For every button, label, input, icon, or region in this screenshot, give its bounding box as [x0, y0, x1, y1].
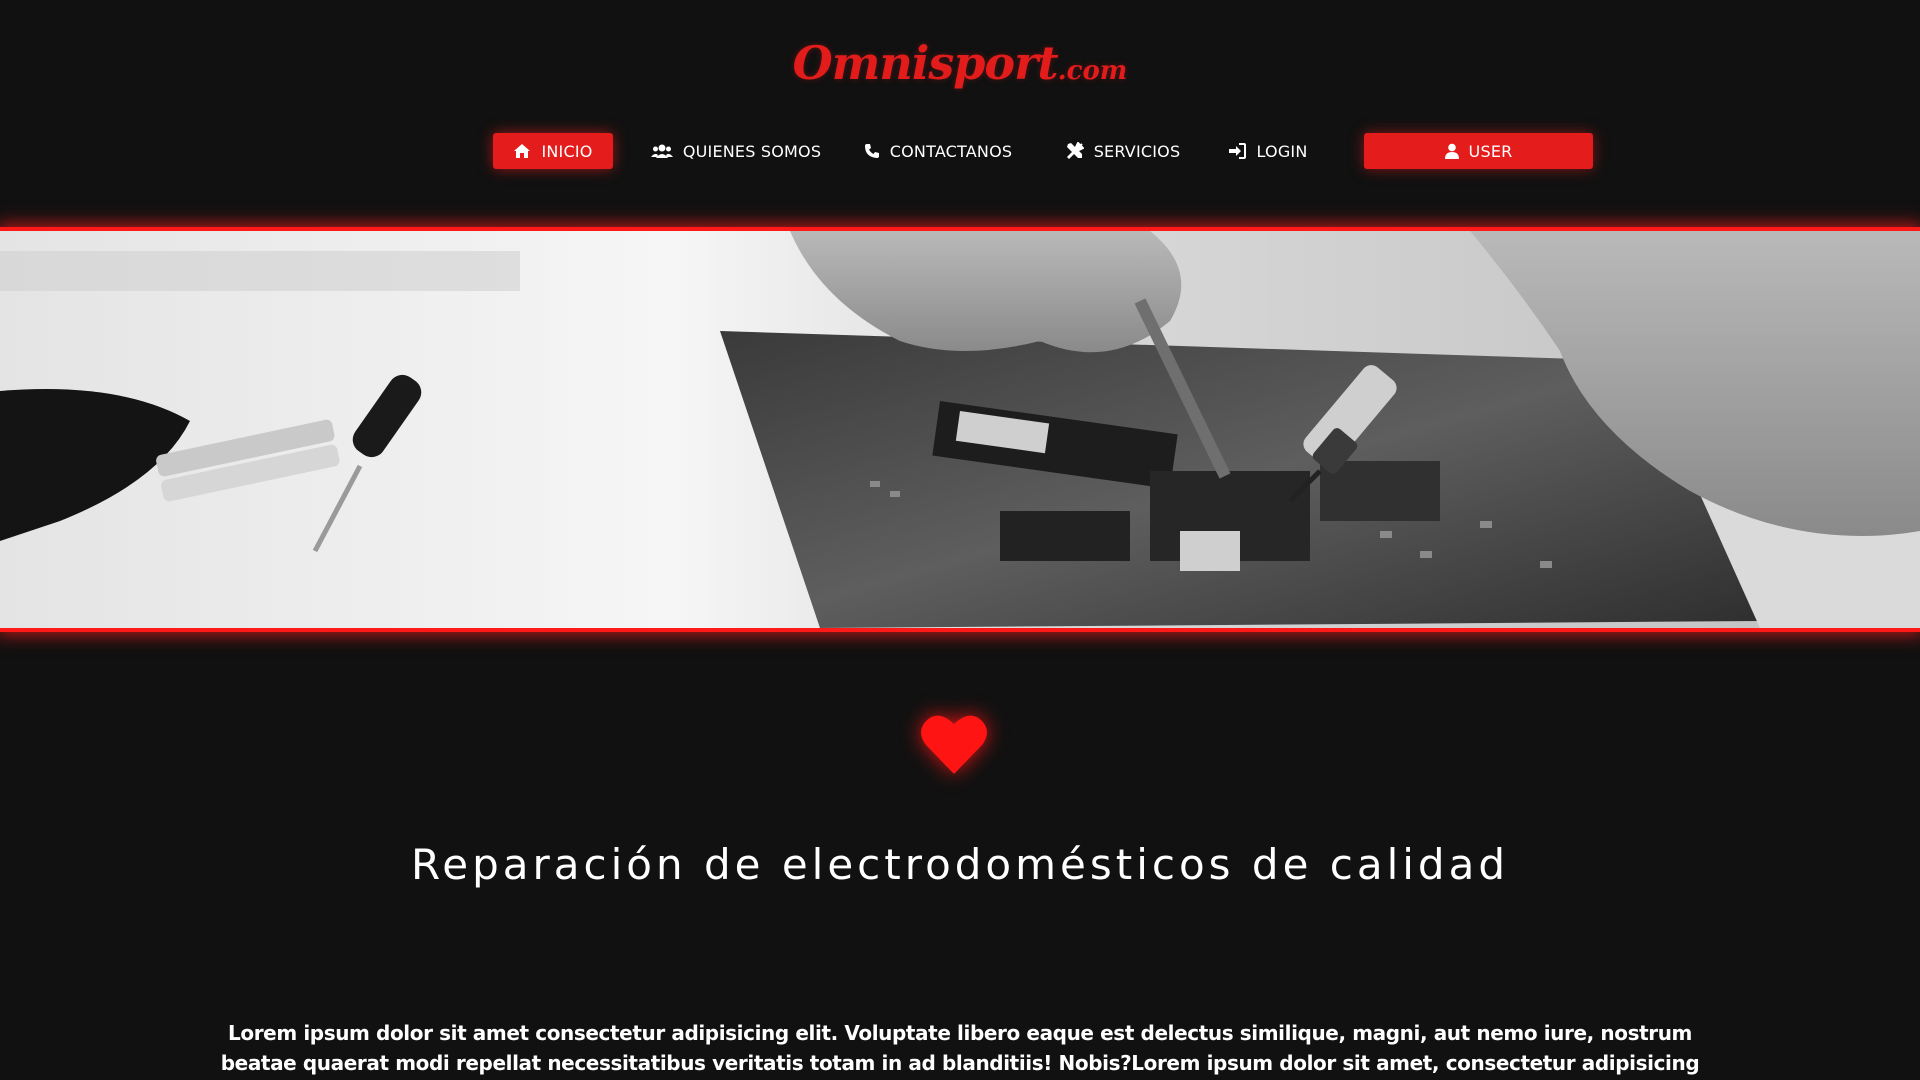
electronics-repair-photo — [0, 231, 1920, 628]
brand-suffix: .com — [1057, 56, 1128, 86]
user-icon — [1444, 143, 1459, 159]
home-icon — [514, 144, 531, 158]
nav-item-label: INICIO — [541, 141, 593, 161]
heart-icon — [920, 712, 988, 776]
page: Omnisport.com INICIO QUIENES SOMOS CONTA… — [0, 0, 1920, 1080]
user-button-label: USER — [1468, 141, 1513, 161]
nav-item-login[interactable]: LOGIN — [1223, 133, 1313, 169]
brand-name: Omnisport — [792, 36, 1059, 90]
phone-icon — [864, 144, 879, 158]
users-icon — [650, 144, 673, 158]
feature-headline: Reparación de electrodomésticos de calid… — [411, 840, 1509, 889]
brand-logo[interactable]: Omnisport.com — [0, 36, 1920, 90]
nav-item-label: CONTACTANOS — [889, 141, 1013, 161]
nav-item-label: SERVICIOS — [1093, 141, 1181, 161]
hero-banner — [0, 227, 1920, 632]
nav-item-inicio[interactable]: INICIO — [493, 133, 613, 169]
feature-body: Lorem ipsum dolor sit amet consectetur a… — [220, 1021, 1700, 1075]
nav-item-label: LOGIN — [1256, 141, 1308, 161]
nav-item-label: QUIENES SOMOS — [682, 141, 822, 161]
tools-icon — [1066, 142, 1084, 160]
main-nav: INICIO QUIENES SOMOS CONTACTANOS SERVICI… — [493, 133, 1593, 169]
sign-in-icon — [1229, 143, 1247, 159]
user-button[interactable]: USER — [1364, 133, 1593, 169]
nav-item-contactanos[interactable]: CONTACTANOS — [858, 133, 1018, 169]
nav-item-quienes-somos[interactable]: QUIENES SOMOS — [650, 133, 822, 169]
nav-item-servicios[interactable]: SERVICIOS — [1063, 133, 1183, 169]
